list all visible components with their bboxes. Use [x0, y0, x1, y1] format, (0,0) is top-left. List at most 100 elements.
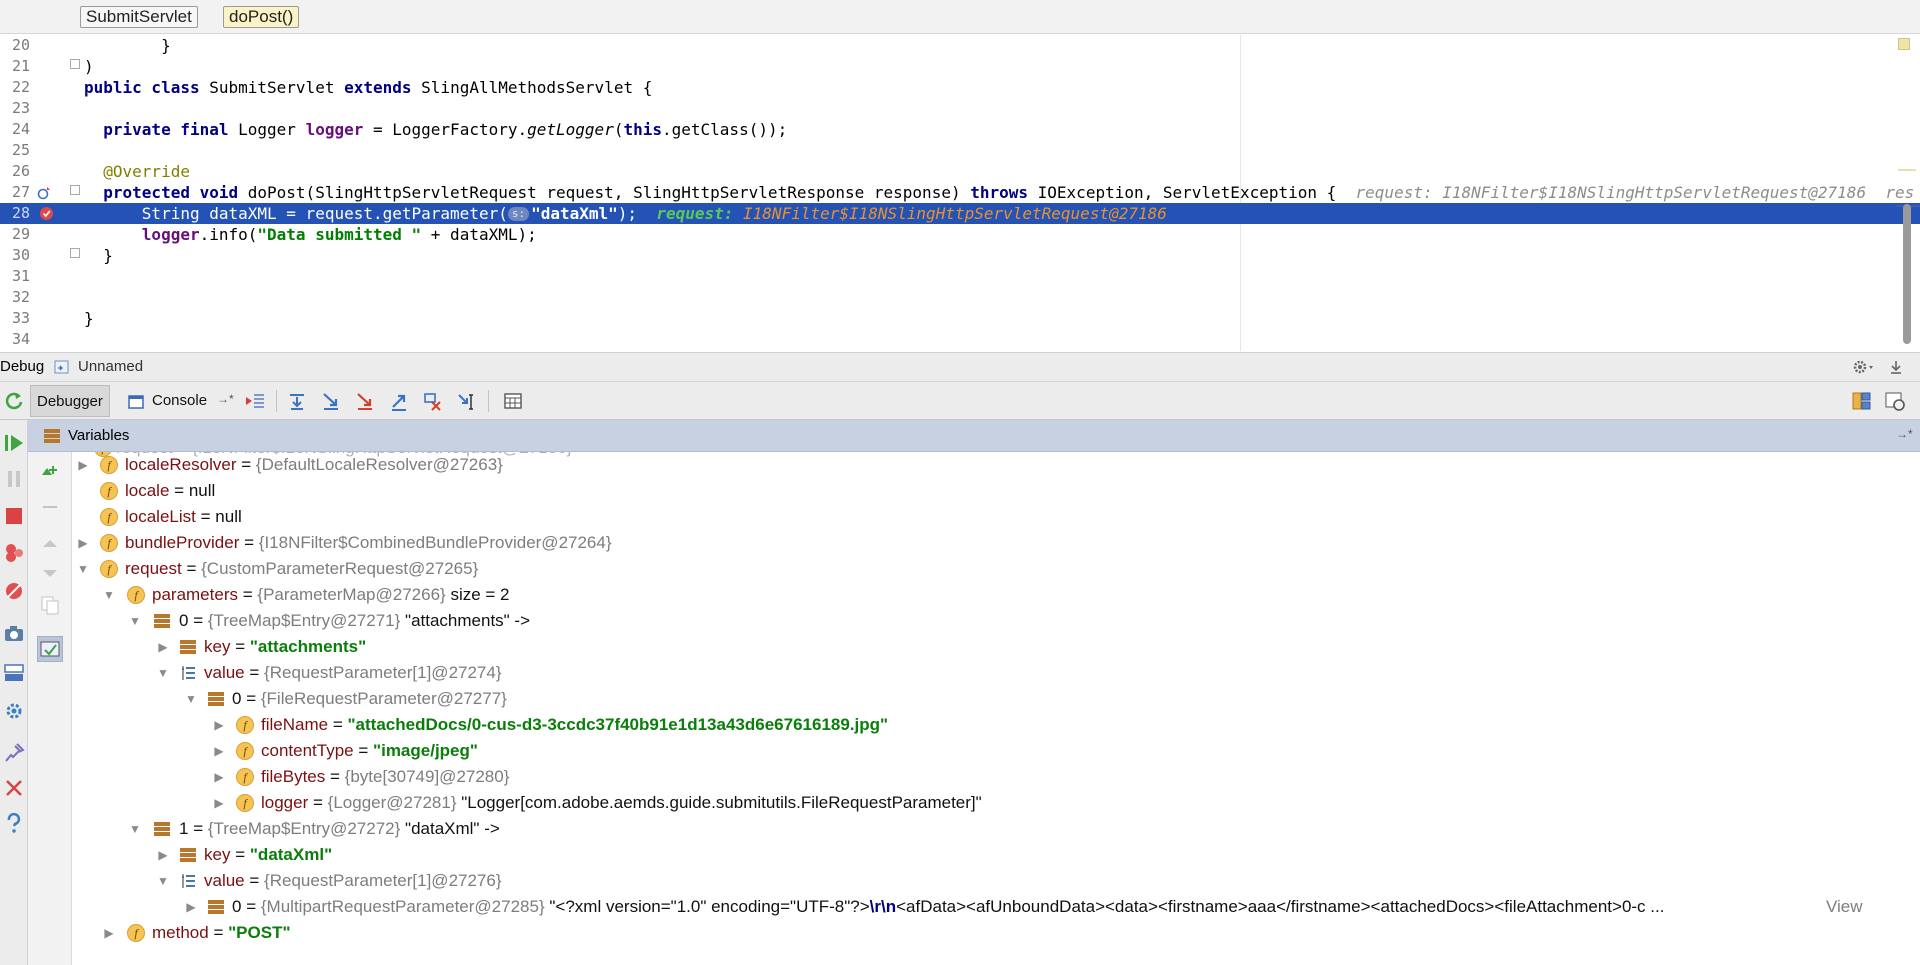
collapse-triangle-icon[interactable]: ▼ [76, 556, 90, 582]
layout-settings-icon[interactable] [1884, 390, 1906, 412]
step-over-icon[interactable] [286, 390, 308, 412]
collapse-triangle-icon[interactable]: ▼ [102, 582, 116, 608]
tree-row[interactable]: ▶ f method = "POST" [72, 920, 1912, 946]
code-line-current[interactable]: 28 String dataXML = request.getParameter… [0, 203, 1920, 224]
resume-icon[interactable] [3, 432, 25, 454]
editor-scrollbar[interactable] [1903, 204, 1911, 344]
code-line[interactable]: 30 } [0, 245, 1920, 266]
code-line[interactable]: 27 protected void doPost(SlingHttpServle… [0, 182, 1920, 203]
variables-panel-header: Variables →* [28, 420, 1920, 452]
new-watch-icon[interactable] [39, 460, 61, 482]
breadcrumb-method[interactable]: doPost() [223, 6, 300, 28]
help-icon[interactable] [3, 812, 25, 834]
breadcrumb-class[interactable]: SubmitServlet [80, 6, 198, 28]
expand-triangle-icon[interactable]: ▶ [212, 764, 226, 790]
tree-row[interactable]: ▶ f bundleProvider = {I18NFilter$Combine… [72, 530, 1912, 556]
code-line[interactable]: 22 public class SubmitServlet extends Sl… [0, 77, 1920, 98]
code-line[interactable]: 20 } [0, 35, 1920, 56]
run-config-tab[interactable]: Unnamed [78, 358, 143, 375]
tree-row[interactable]: ▶ f fileBytes = {byte[30749]@27280} [72, 764, 1912, 790]
move-up-icon[interactable] [39, 532, 61, 554]
rerun-icon[interactable] [3, 390, 25, 412]
tree-row[interactable]: ▼ f request = {CustomParameterRequest@27… [72, 556, 1912, 582]
code-line[interactable]: 23 [0, 98, 1920, 119]
hide-icon[interactable] [1888, 359, 1904, 375]
force-step-into-icon[interactable] [354, 390, 376, 412]
code-line[interactable]: 25 [0, 140, 1920, 161]
tree-row[interactable]: f localeList = null [72, 504, 1912, 530]
tree-row[interactable]: ▶ f contentType = "image/jpeg" [72, 738, 1912, 764]
tree-row[interactable]: f locale = null [72, 478, 1912, 504]
restore-layout-icon[interactable] [1850, 390, 1872, 412]
code-text: } [84, 36, 171, 55]
tree-row[interactable]: ▶ f logger = {Logger@27281} "Logger[com.… [72, 790, 1912, 816]
collapse-triangle-icon[interactable]: ▼ [184, 686, 198, 712]
tree-row[interactable]: ▼ value = {RequestParameter[1]@27276} [72, 868, 1912, 894]
collapse-triangle-icon[interactable]: ▼ [128, 608, 142, 634]
view-value-link[interactable]: View [1826, 894, 1863, 920]
run-to-cursor-icon[interactable] [456, 390, 478, 412]
stripe-marker[interactable] [1898, 169, 1916, 171]
tree-row[interactable]: ▶ key = "dataXml" [72, 842, 1912, 868]
view-breakpoints-icon[interactable] [3, 542, 25, 564]
step-into-icon[interactable] [320, 390, 342, 412]
variables-tree[interactable]: f request = {I18NFilter$I18NSlingHttpSer… [72, 452, 1920, 965]
code-line[interactable]: 31 [0, 266, 1920, 287]
gear-icon[interactable] [1852, 359, 1876, 375]
tree-row[interactable]: ▼ 0 = {TreeMap$Entry@27271} "attachments… [72, 608, 1912, 634]
code-line[interactable]: 32 [0, 287, 1920, 308]
expand-triangle-icon[interactable]: ▶ [76, 530, 90, 556]
tree-row[interactable]: ▼ 1 = {TreeMap$Entry@27272} "dataXml" -> [72, 816, 1912, 842]
layout-icon[interactable] [3, 662, 25, 684]
move-down-icon[interactable] [39, 562, 61, 584]
drop-frame-icon[interactable] [422, 390, 444, 412]
expand-triangle-icon[interactable]: ▶ [212, 790, 226, 816]
tab-debugger[interactable]: Debugger [30, 385, 110, 417]
tree-row[interactable]: ▶ f fileName = "attachedDocs/0-cus-d3-3c… [72, 712, 1912, 738]
code-line[interactable]: 29 logger.info("Data submitted " + dataX… [0, 224, 1920, 245]
evaluate-icon[interactable] [502, 390, 524, 412]
restore-panel-icon[interactable]: →* [1896, 427, 1913, 441]
tree-row[interactable]: ▼ 0 = {FileRequestParameter@27277} [72, 686, 1912, 712]
pin-icon[interactable] [3, 742, 25, 764]
step-out-icon[interactable] [388, 390, 410, 412]
pause-icon[interactable] [3, 468, 25, 490]
expand-triangle-icon[interactable]: ▶ [102, 920, 116, 946]
tree-row[interactable]: ▶ 0 = {MultipartRequestParameter@27285} … [72, 894, 1912, 920]
code-line[interactable]: 24 private final Logger logger = LoggerF… [0, 119, 1920, 140]
expand-triangle-icon[interactable]: ▶ [212, 738, 226, 764]
breakpoint-icon[interactable] [39, 206, 54, 221]
tree-row[interactable]: ▶ f localeResolver = {DefaultLocaleResol… [72, 452, 1912, 478]
fold-marker-icon[interactable] [70, 248, 80, 258]
fold-marker-icon[interactable] [70, 59, 80, 69]
tree-row[interactable]: ▶ key = "attachments" [72, 634, 1912, 660]
show-execution-point-icon[interactable] [244, 390, 266, 412]
expand-triangle-icon[interactable]: ▶ [156, 634, 170, 660]
collapse-triangle-icon[interactable]: ▼ [156, 868, 170, 894]
show-values-inline-icon[interactable] [37, 636, 63, 662]
override-method-icon[interactable] [37, 186, 51, 200]
collapse-triangle-icon[interactable]: ▼ [128, 816, 142, 842]
tab-console[interactable]: Console [152, 385, 207, 417]
camera-icon[interactable] [3, 623, 25, 645]
expand-triangle-icon[interactable]: ▶ [156, 842, 170, 868]
settings-icon[interactable] [3, 700, 25, 722]
expand-triangle-icon[interactable]: ▶ [76, 452, 90, 478]
code-editor[interactable]: 20 } 21 ) 22 public class SubmitServlet … [0, 35, 1920, 351]
code-line[interactable]: 33 } [0, 308, 1920, 329]
fold-marker-icon[interactable] [70, 185, 80, 195]
remove-watch-icon[interactable] [39, 496, 61, 518]
code-line[interactable]: 21 ) [0, 56, 1920, 77]
expand-triangle-icon[interactable]: ▶ [184, 894, 198, 920]
copy-icon[interactable] [39, 594, 61, 616]
tree-row[interactable]: ▼ value = {RequestParameter[1]@27274} [72, 660, 1912, 686]
stop-icon[interactable] [3, 505, 25, 527]
mute-breakpoints-icon[interactable] [3, 580, 25, 602]
tree-row[interactable]: ▼ f parameters = {ParameterMap@27266} si… [72, 582, 1912, 608]
close-icon[interactable] [3, 777, 25, 799]
expand-triangle-icon[interactable]: ▶ [212, 712, 226, 738]
analysis-status-icon[interactable] [1898, 38, 1910, 50]
code-line[interactable]: 26 @Override [0, 161, 1920, 182]
code-line[interactable]: 34 [0, 329, 1920, 350]
collapse-triangle-icon[interactable]: ▼ [156, 660, 170, 686]
